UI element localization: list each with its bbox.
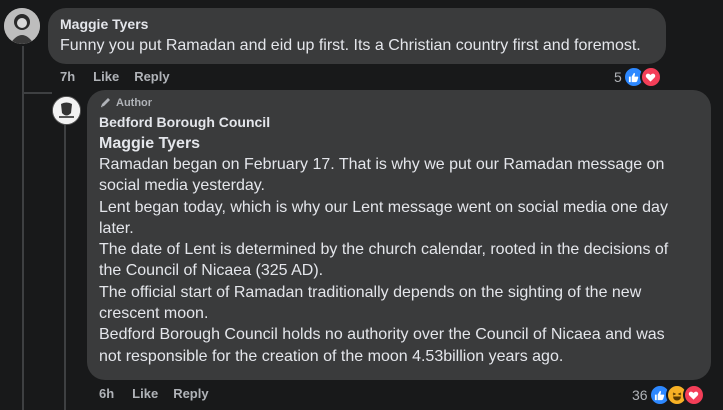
reaction-summary[interactable]: 36 [632,384,705,406]
reaction-count: 36 [632,387,648,403]
author-badge-label: Author [116,97,153,109]
council-logo [53,97,80,124]
reply-line: The official start of Ramadan traditiona… [99,283,642,301]
author-badge: Author [99,97,152,109]
reply-line: social media yesterday. [99,177,265,195]
reply-line: Bedford Borough Council holds no authori… [99,326,665,344]
reply-line: the Council of Nicaea (325 AD). [99,262,324,280]
reply-actions: 6h Like Reply [99,386,209,401]
reply-line: Ramadan began on February 17. That is wh… [99,156,665,173]
comment-actions: 7h Like Reply [60,69,170,84]
mention-link[interactable]: Maggie Tyers [99,133,705,154]
love-icon [682,384,705,406]
pencil-icon [101,98,110,108]
reply-bubble: Author Bedford Borough Council Maggie Ty… [87,90,711,380]
reply-line: not responsible for the creation of the … [99,347,564,365]
comment-text: Funny you put Ramadan and eid up first. … [60,37,641,54]
avatar[interactable] [52,96,81,125]
reaction-count: 5 [614,69,622,85]
comment-time[interactable]: 7h [60,69,75,84]
reply-line: later. [99,219,134,237]
reply-time[interactable]: 6h [99,386,114,401]
reply-author[interactable]: Bedford Borough Council [99,114,270,130]
reply-line: The date of Lent is determined by the ch… [99,241,669,259]
love-icon [639,66,662,88]
thread-line-reply [64,124,66,410]
reply-button[interactable]: Reply [173,386,208,401]
like-button[interactable]: Like [93,69,119,84]
thread-line-main [22,46,24,410]
like-button[interactable]: Like [132,386,158,401]
reply-line: crescent moon. [99,305,209,323]
reply-line: Lent began today, which is why our Lent … [99,198,668,216]
reply-body: Maggie Tyers Ramadan began on February 1… [99,133,705,367]
profile-photo [4,8,40,44]
avatar[interactable] [4,8,40,44]
comment-bubble: Maggie Tyers Funny you put Ramadan and e… [48,8,666,64]
thread-line-branch [22,92,52,94]
reaction-summary[interactable]: 5 [614,66,662,88]
reply-button[interactable]: Reply [134,69,169,84]
comment-author[interactable]: Maggie Tyers [60,16,148,32]
